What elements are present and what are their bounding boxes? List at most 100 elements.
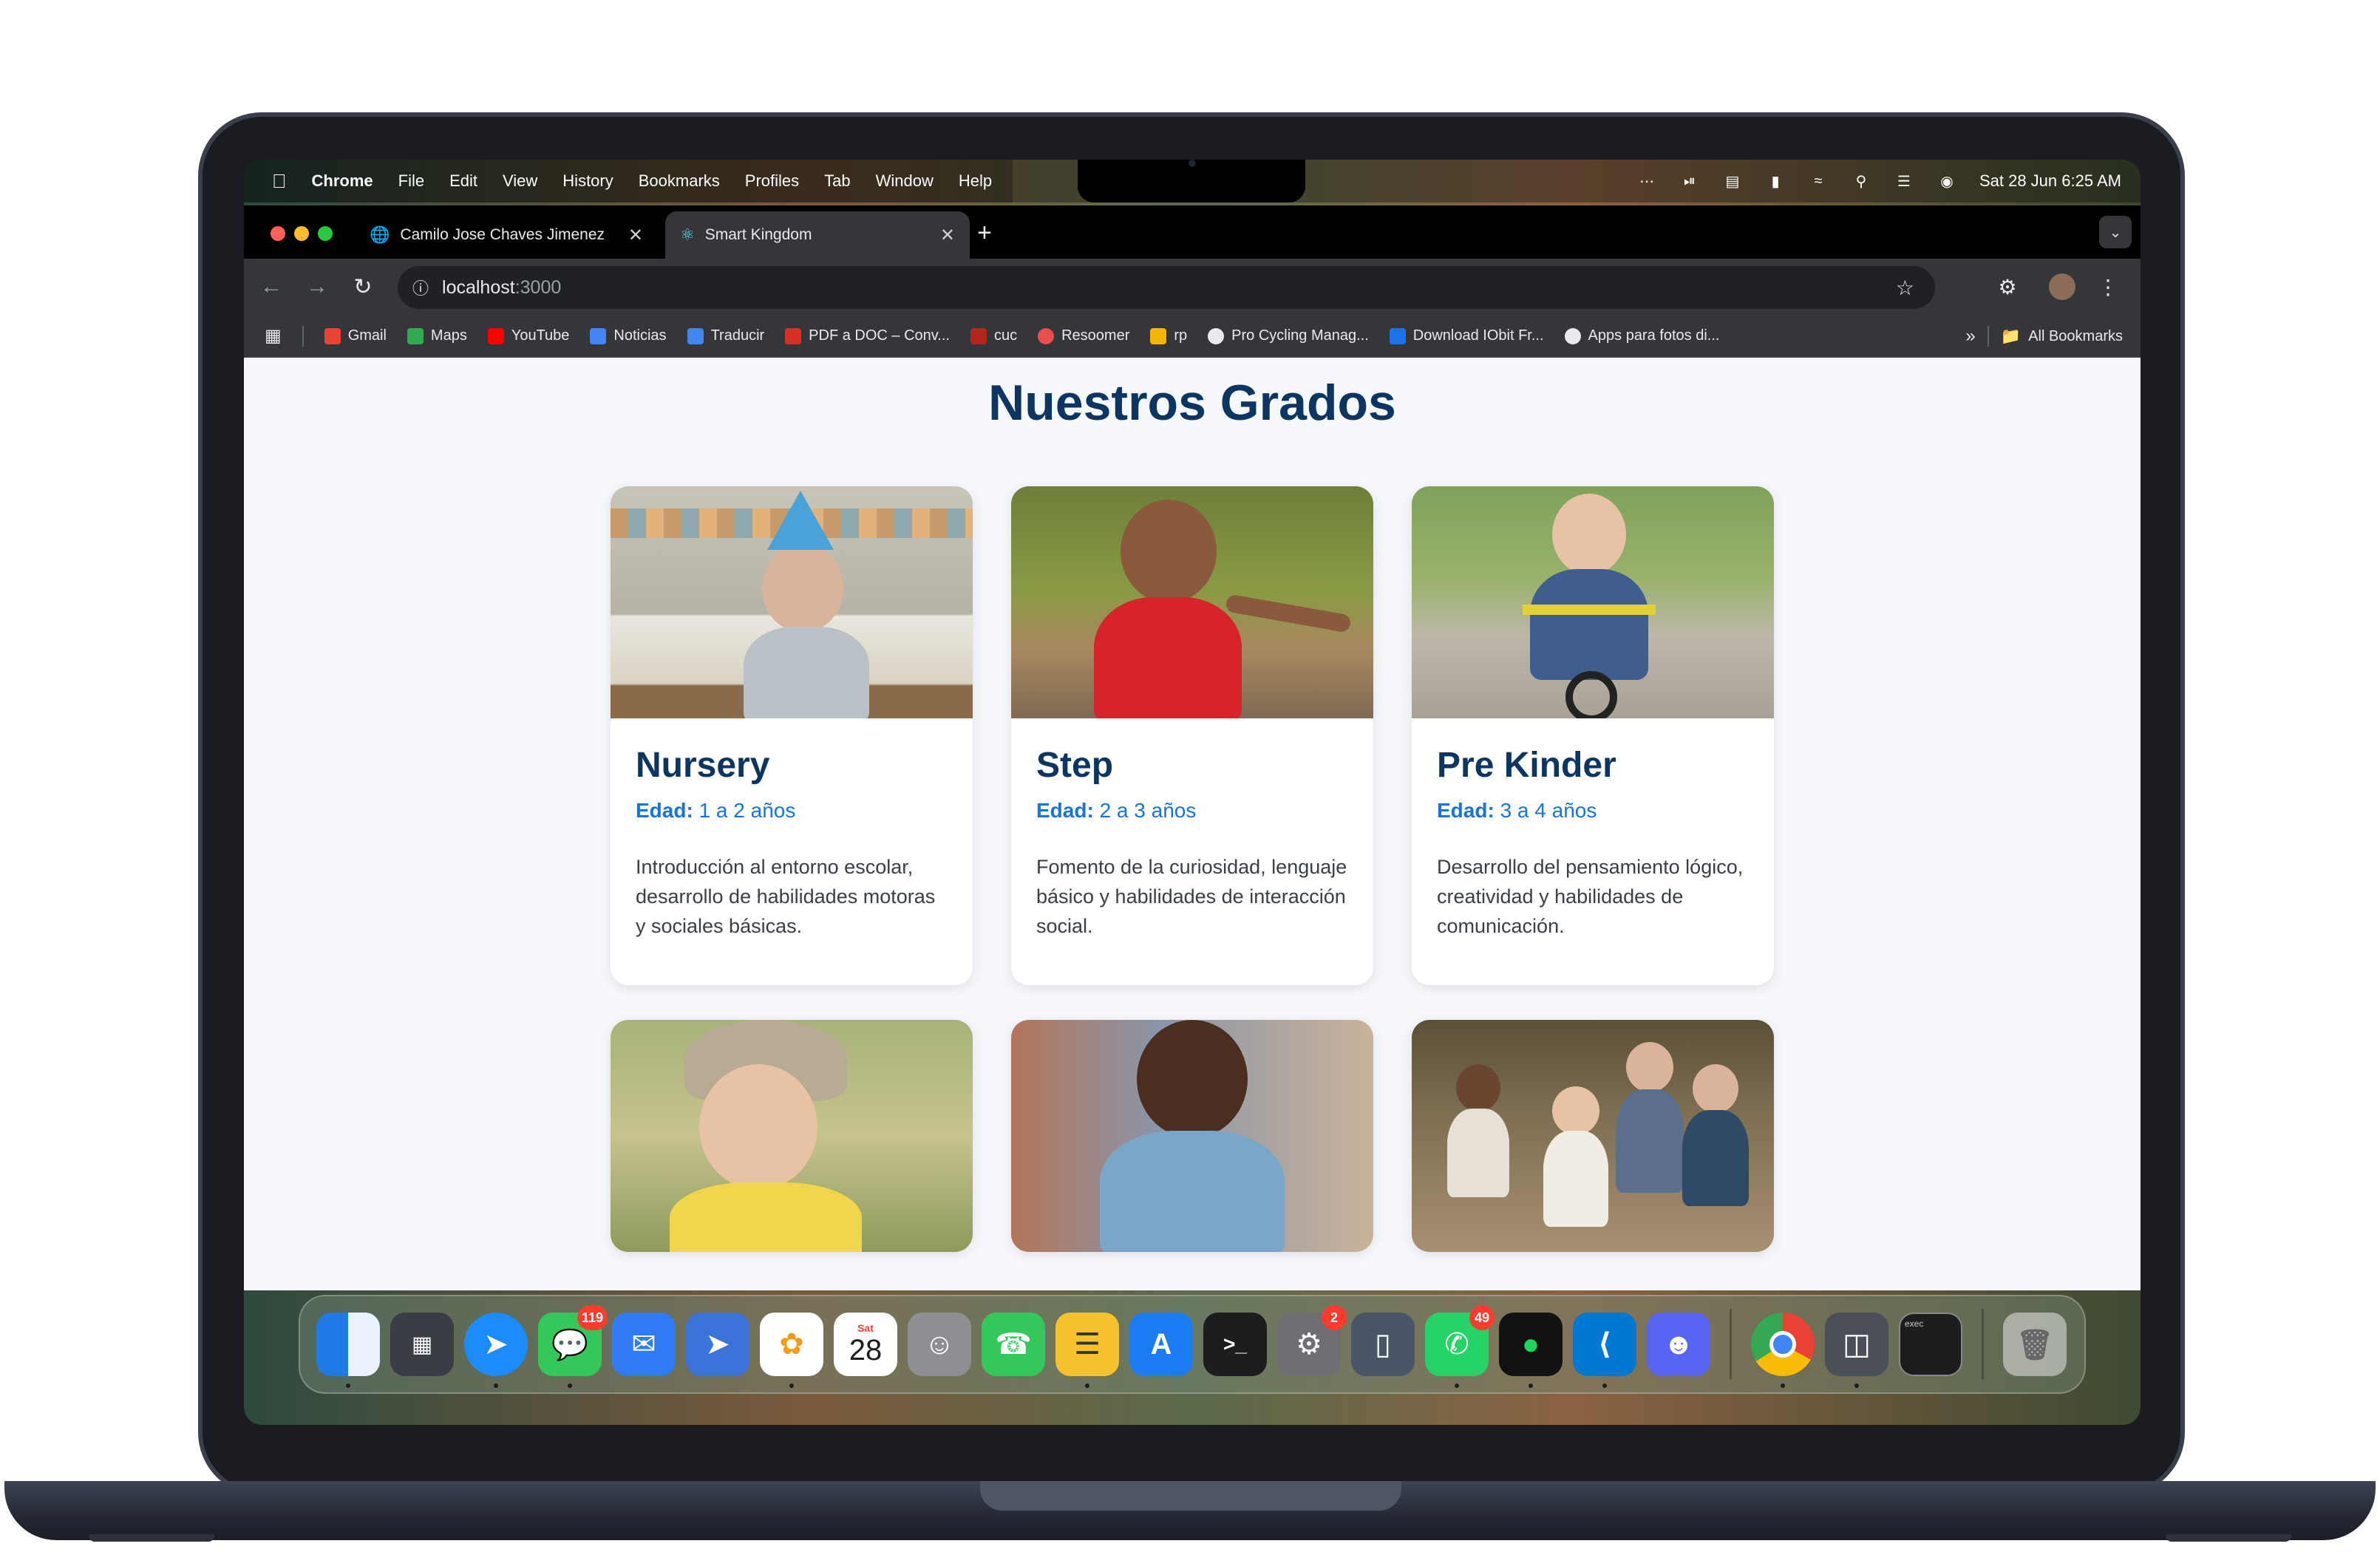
siri-icon[interactable]: ◉	[1937, 171, 1957, 191]
discord-icon[interactable]: ☻	[1647, 1313, 1710, 1376]
close-tab-icon[interactable]: ✕	[940, 225, 955, 246]
bookmark-apps-fotos[interactable]: Apps para fotos di...	[1564, 327, 1720, 344]
screen-record-icon[interactable]: ⋯	[1636, 171, 1657, 191]
whatsapp-icon[interactable]: ✆ 49	[1425, 1305, 1495, 1388]
terminal-icon[interactable]: >_	[1203, 1313, 1267, 1376]
menu-help[interactable]: Help	[959, 171, 1013, 191]
address-bar[interactable]: ⓘ localhost:3000 ☆	[398, 266, 1935, 309]
mail-icon[interactable]: ✉	[612, 1313, 676, 1376]
launchpad-icon[interactable]: ▦	[390, 1313, 454, 1376]
menu-clock[interactable]: Sat 28 Jun 6:25 AM	[1979, 171, 2121, 191]
more-bookmarks-icon[interactable]: »	[1965, 326, 1975, 347]
chrome-icon[interactable]	[1751, 1313, 1815, 1388]
url-host: localhost	[442, 276, 515, 298]
tab-title: Camilo Jose Chaves Jimenez	[400, 226, 605, 243]
disk-utility-icon[interactable]: ◫	[1825, 1313, 1888, 1388]
contacts-icon[interactable]: ☺	[908, 1313, 971, 1376]
extensions-icon[interactable]: ⚙	[1991, 270, 2024, 303]
reload-button[interactable]: ↻	[340, 274, 386, 300]
kid-head	[1552, 494, 1626, 575]
play-icon[interactable]: ⏯	[1679, 171, 1700, 191]
control-center-icon[interactable]: ☰	[1894, 171, 1914, 191]
menu-view[interactable]: View	[503, 171, 537, 191]
bookmark-label: Pro Cycling Manag...	[1231, 327, 1369, 344]
bookmark-label: Apps para fotos di...	[1588, 327, 1720, 344]
bookmark-star-icon[interactable]: ☆	[1896, 276, 1914, 300]
kid-hat-photo	[611, 1020, 973, 1252]
bookmark-youtube[interactable]: YouTube	[487, 327, 569, 344]
menu-app-name[interactable]: Chrome	[312, 171, 373, 191]
bike-wheel	[1565, 671, 1617, 718]
spotlight-search-icon[interactable]: ⚲	[1851, 171, 1871, 191]
back-button[interactable]: ←	[248, 274, 294, 299]
grade-card-5[interactable]	[1011, 1020, 1373, 1252]
grade-card-nursery[interactable]: Nursery Edad: 1 a 2 años Introducción al…	[611, 486, 973, 985]
chrome-window: 🌐 Camilo Jose Chaves Jimenez ✕ ⚛ Smart K…	[244, 205, 2141, 1290]
translate-icon	[687, 327, 704, 344]
bookmark-pro-cycling[interactable]: Pro Cycling Manag...	[1208, 327, 1369, 344]
bookmarks-divider	[1987, 326, 1989, 347]
spotify-icon[interactable]: ●	[1499, 1313, 1563, 1388]
menu-tab[interactable]: Tab	[824, 171, 850, 191]
caption-icon[interactable]: ▤	[1722, 171, 1743, 191]
bookmark-noticias[interactable]: Noticias	[590, 327, 667, 344]
messages-icon[interactable]: 💬 119	[538, 1305, 608, 1388]
forward-button[interactable]: →	[294, 274, 340, 299]
vscode-icon[interactable]: ⟨	[1573, 1313, 1636, 1388]
bookmark-cuc[interactable]: cuc	[970, 327, 1017, 344]
grade-card-step[interactable]: Step Edad: 2 a 3 años Fomento de la curi…	[1011, 486, 1373, 985]
zoom-window-button[interactable]	[318, 226, 333, 241]
bookmark-gmail[interactable]: Gmail	[324, 327, 387, 344]
folder-icon: 📁	[2000, 327, 2022, 345]
grade-card-6[interactable]	[1412, 1020, 1774, 1252]
menu-edit[interactable]: Edit	[449, 171, 477, 191]
tab-search-button[interactable]: ⌄	[2099, 216, 2132, 248]
exec-window-thumbnail[interactable]: exec	[1899, 1313, 1962, 1376]
close-tab-icon[interactable]: ✕	[628, 225, 643, 246]
all-bookmarks-button[interactable]: 📁 All Bookmarks	[2001, 327, 2123, 346]
photos-icon[interactable]: ✿	[760, 1313, 823, 1388]
bookmark-traducir[interactable]: Traducir	[687, 327, 764, 344]
site-info-icon[interactable]: ⓘ	[412, 276, 429, 299]
apps-grid-icon[interactable]: ▦	[265, 325, 282, 347]
age-value: 1 a 2 años	[698, 799, 796, 822]
menu-window[interactable]: Window	[876, 171, 934, 191]
profile-avatar[interactable]	[2049, 273, 2075, 300]
simulator-icon[interactable]: ▯	[1351, 1313, 1415, 1376]
laptop-foot	[89, 1534, 214, 1542]
calendar-month: Sat	[857, 1322, 874, 1334]
menu-file[interactable]: File	[398, 171, 424, 191]
maps-icon[interactable]: ➤	[686, 1313, 749, 1376]
trash-icon[interactable]: 🗑	[2003, 1313, 2067, 1376]
notes-icon[interactable]: ☰	[1055, 1313, 1119, 1388]
menu-history[interactable]: History	[562, 171, 613, 191]
bookmark-rp[interactable]: rp	[1150, 327, 1187, 344]
app-store-icon[interactable]: A	[1129, 1313, 1193, 1376]
calendar-day: 28	[849, 1334, 883, 1366]
tab-camilo[interactable]: 🌐 Camilo Jose Chaves Jimenez ✕	[355, 211, 658, 259]
bookmark-pdf-a-doc[interactable]: PDF a DOC – Conv...	[785, 327, 950, 344]
wifi-icon[interactable]: ≈	[1808, 171, 1829, 191]
apple-icon[interactable]: 	[272, 170, 287, 193]
bookmark-maps[interactable]: Maps	[407, 327, 467, 344]
iobit-icon	[1389, 327, 1406, 344]
grade-card-4[interactable]	[611, 1020, 973, 1252]
bookmark-resoomer[interactable]: Resoomer	[1038, 327, 1129, 344]
chrome-menu-icon[interactable]: ⋮	[2092, 270, 2124, 303]
calendar-icon[interactable]: Sat 28	[834, 1313, 897, 1376]
phone-icon[interactable]: ☎	[982, 1313, 1045, 1376]
safari-icon[interactable]: ➤	[464, 1313, 528, 1388]
minimize-window-button[interactable]	[294, 226, 309, 241]
battery-icon[interactable]: ▮	[1765, 171, 1786, 191]
finder-icon[interactable]	[316, 1313, 380, 1388]
close-window-button[interactable]	[271, 226, 285, 241]
tab-smart-kingdom[interactable]: ⚛ Smart Kingdom ✕	[665, 211, 970, 259]
bookmark-iobit[interactable]: Download IObit Fr...	[1389, 327, 1544, 344]
menu-profiles[interactable]: Profiles	[745, 171, 799, 191]
system-settings-icon[interactable]: ⚙ 2	[1277, 1305, 1347, 1376]
grade-name: Nursery	[636, 746, 770, 785]
age-label: Edad:	[1036, 799, 1094, 822]
grade-card-pre-kinder[interactable]: Pre Kinder Edad: 3 a 4 años Desarrollo d…	[1412, 486, 1774, 985]
new-tab-button[interactable]: +	[977, 219, 992, 248]
menu-bookmarks[interactable]: Bookmarks	[639, 171, 720, 191]
